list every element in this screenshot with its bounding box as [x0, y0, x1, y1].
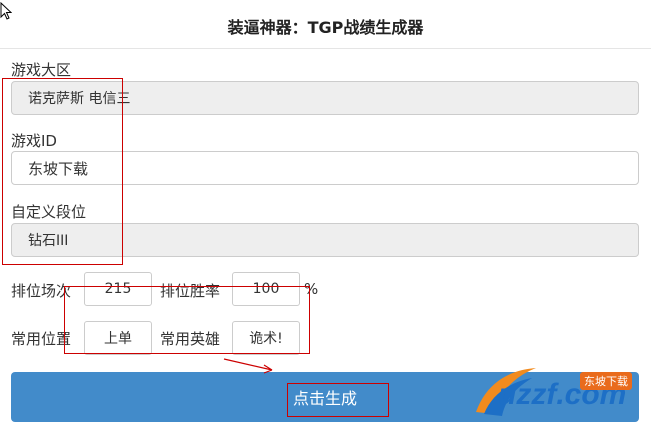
- matches-label: 排位场次: [11, 282, 72, 300]
- page-title: 装逼神器：TGP战绩生成器: [227, 18, 424, 37]
- winrate-field[interactable]: [232, 272, 300, 306]
- region-field[interactable]: [11, 81, 639, 115]
- game-id-field[interactable]: [11, 151, 639, 185]
- rank-field[interactable]: [11, 223, 639, 257]
- hero-label: 常用英雄: [160, 330, 221, 348]
- page-header: 装逼神器：TGP战绩生成器: [0, 0, 651, 49]
- percent-sign: %: [304, 280, 319, 298]
- winrate-label: 排位胜率: [160, 282, 221, 300]
- position-field[interactable]: [84, 321, 152, 355]
- region-label: 游戏大区: [11, 61, 72, 79]
- matches-field[interactable]: [84, 272, 152, 306]
- position-label: 常用位置: [11, 330, 72, 348]
- hero-field[interactable]: [232, 321, 300, 355]
- rank-label: 自定义段位: [11, 203, 87, 221]
- annotation-arrow-icon: [223, 358, 273, 374]
- game-id-label: 游戏ID: [11, 132, 57, 150]
- generate-button[interactable]: 点击生成: [11, 372, 639, 422]
